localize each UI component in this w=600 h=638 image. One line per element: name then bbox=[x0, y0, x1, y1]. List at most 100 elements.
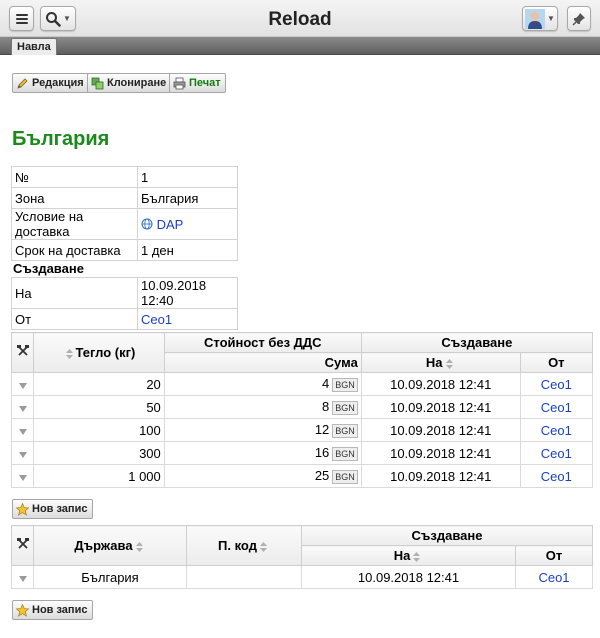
tools-icon bbox=[16, 538, 29, 549]
created-section-label: Създаване bbox=[13, 261, 84, 276]
sort-icon bbox=[259, 541, 267, 552]
created-group-header: Създаване bbox=[360, 332, 594, 353]
created-by-cell: Ceo1 bbox=[515, 565, 593, 589]
printer-icon bbox=[173, 77, 186, 89]
created-on-cell: 10.09.2018 12:41 bbox=[360, 372, 521, 396]
row-menu-icon bbox=[18, 451, 27, 458]
print-button[interactable]: Печат bbox=[169, 73, 226, 93]
property-label: Зона bbox=[11, 187, 138, 209]
top-bar: ▼ Reload ▼ bbox=[0, 0, 600, 37]
row-menu-icon bbox=[18, 474, 27, 481]
created-by-cell: Ceo1 bbox=[519, 395, 594, 419]
row-menu[interactable] bbox=[11, 565, 34, 589]
amount-value: 25 bbox=[314, 468, 330, 484]
amount-header[interactable]: Сума bbox=[163, 352, 362, 373]
country-header[interactable]: Държава bbox=[33, 525, 187, 566]
created-by-header[interactable]: От bbox=[515, 545, 593, 566]
tab-navla[interactable]: Навла bbox=[11, 38, 57, 55]
table-row: 50 8 BGN 10.09.2018 12:41 Ceo1 bbox=[10, 395, 594, 419]
new-rate-button[interactable]: Нов запис bbox=[12, 499, 94, 519]
avatar bbox=[525, 8, 546, 29]
created-on-cell: 10.09.2018 12:41 bbox=[360, 464, 521, 488]
creator-link[interactable]: Ceo1 bbox=[141, 312, 172, 327]
row-menu-icon bbox=[18, 428, 27, 435]
currency-badge: BGN bbox=[332, 400, 358, 415]
amount-value: 4 bbox=[322, 376, 330, 392]
weight-header[interactable]: Тегло (кг) bbox=[33, 332, 165, 373]
row-menu[interactable] bbox=[10, 441, 35, 465]
creator-link[interactable]: Ceo1 bbox=[541, 423, 572, 438]
user-menu-button[interactable]: ▼ bbox=[522, 6, 558, 31]
created-on-header[interactable]: На bbox=[301, 545, 516, 566]
sort-icon bbox=[65, 348, 73, 359]
weight-cell: 1 000 bbox=[33, 464, 165, 488]
row-menu[interactable] bbox=[10, 395, 35, 419]
property-row: Условие на доставка DAP bbox=[11, 208, 238, 240]
properties-table: № 1 Зона България Условие на доставка DA… bbox=[11, 166, 238, 261]
amount-value: 16 bbox=[314, 445, 330, 461]
property-label: Срок на доставка bbox=[11, 239, 138, 261]
postcode-header-label: П. код bbox=[218, 538, 257, 553]
delivery-term-link[interactable]: DAP bbox=[157, 217, 184, 232]
property-row: Зона България bbox=[11, 187, 238, 209]
globe-icon bbox=[141, 218, 153, 229]
weight-cell: 20 bbox=[33, 372, 165, 396]
country-header-label: Държава bbox=[74, 538, 133, 553]
weight-header-label: Тегло (кг) bbox=[75, 345, 136, 360]
country-cell: България bbox=[33, 565, 187, 589]
created-table: На 10.09.2018 12:40 От Ceo1 bbox=[11, 277, 238, 330]
row-menu[interactable] bbox=[10, 372, 35, 396]
amount-cell: 4 BGN bbox=[163, 372, 362, 396]
property-value-cell: Ceo1 bbox=[137, 308, 238, 330]
row-menu-icon bbox=[18, 575, 27, 582]
property-value: 1 bbox=[137, 166, 238, 188]
sort-icon bbox=[135, 541, 143, 552]
tools-header[interactable] bbox=[10, 332, 35, 373]
created-on-header-label: На bbox=[425, 355, 443, 370]
creator-link[interactable]: Ceo1 bbox=[538, 570, 569, 585]
pin-button[interactable] bbox=[567, 6, 591, 31]
weight-cell: 100 bbox=[33, 418, 165, 442]
row-menu[interactable] bbox=[10, 464, 35, 488]
clone-icon bbox=[91, 77, 104, 89]
property-value-cell: DAP bbox=[137, 208, 238, 240]
table-row: 100 12 BGN 10.09.2018 12:41 Ceo1 bbox=[10, 418, 594, 442]
amount-cell: 16 BGN bbox=[163, 441, 362, 465]
created-on-header[interactable]: На bbox=[360, 352, 521, 373]
new-rate-label: Нов запис bbox=[32, 503, 88, 515]
currency-badge: BGN bbox=[332, 446, 358, 461]
created-on-cell: 10.09.2018 12:41 bbox=[360, 441, 521, 465]
page-title: България bbox=[12, 128, 110, 150]
postcode-header[interactable]: П. код bbox=[186, 525, 302, 566]
created-by-cell: Ceo1 bbox=[519, 464, 594, 488]
edit-label: Редакция bbox=[32, 77, 84, 89]
property-row: От Ceo1 bbox=[11, 308, 238, 330]
creator-link[interactable]: Ceo1 bbox=[541, 400, 572, 415]
tools-header[interactable] bbox=[11, 525, 34, 566]
edit-button[interactable]: Редакция bbox=[12, 73, 89, 93]
star-icon bbox=[16, 502, 29, 516]
created-on-cell: 10.09.2018 12:41 bbox=[360, 418, 521, 442]
property-row: На 10.09.2018 12:40 bbox=[11, 277, 238, 309]
value-group-header: Стойност без ДДС bbox=[163, 332, 362, 353]
creator-link[interactable]: Ceo1 bbox=[541, 377, 572, 392]
print-label: Печат bbox=[189, 77, 221, 89]
created-on-cell: 10.09.2018 12:41 bbox=[360, 395, 521, 419]
new-country-button[interactable]: Нов запис bbox=[12, 600, 94, 620]
pin-icon bbox=[572, 12, 585, 26]
created-by-cell: Ceo1 bbox=[519, 441, 594, 465]
postcode-cell bbox=[186, 565, 302, 589]
clone-label: Клониране bbox=[107, 77, 167, 89]
created-by-header[interactable]: От bbox=[519, 352, 594, 373]
created-by-cell: Ceo1 bbox=[519, 372, 594, 396]
clone-button[interactable]: Клониране bbox=[87, 73, 172, 93]
currency-badge: BGN bbox=[332, 423, 358, 438]
creator-link[interactable]: Ceo1 bbox=[541, 469, 572, 484]
countries-table: Държава П. код Създаване На От България 1… bbox=[11, 525, 593, 589]
property-label: На bbox=[11, 277, 138, 309]
property-value: 10.09.2018 12:40 bbox=[137, 277, 238, 309]
weight-cell: 300 bbox=[33, 441, 165, 465]
table-row: 20 4 BGN 10.09.2018 12:41 Ceo1 bbox=[10, 372, 594, 396]
creator-link[interactable]: Ceo1 bbox=[541, 446, 572, 461]
row-menu[interactable] bbox=[10, 418, 35, 442]
